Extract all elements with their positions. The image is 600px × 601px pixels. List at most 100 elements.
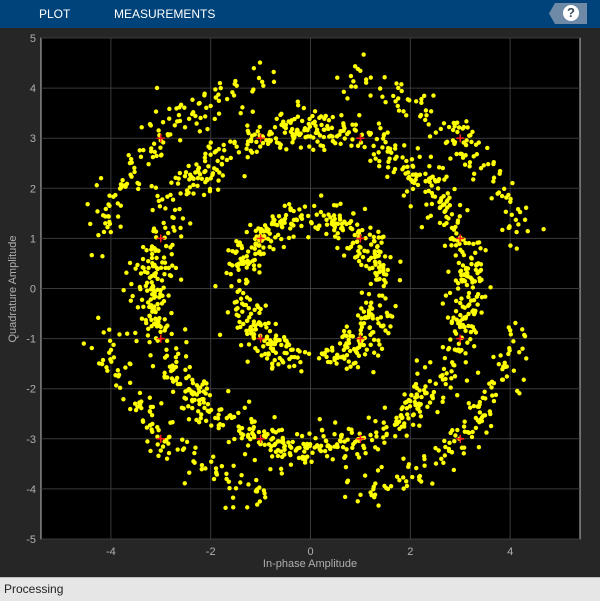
- tab-plot[interactable]: PLOT: [39, 7, 70, 21]
- data-point: [258, 306, 263, 312]
- data-point: [374, 430, 379, 435]
- data-point: [267, 328, 273, 334]
- data-point: [408, 204, 413, 209]
- data-point: [161, 220, 166, 226]
- data-point: [251, 424, 257, 430]
- data-point: [300, 454, 305, 460]
- data-point: [513, 320, 518, 326]
- data-point: [349, 143, 354, 148]
- data-point: [174, 375, 180, 381]
- data-point: [445, 315, 451, 320]
- data-point: [463, 351, 468, 356]
- data-point: [201, 400, 207, 405]
- data-point: [321, 213, 326, 218]
- data-point: [156, 306, 161, 311]
- data-point: [513, 217, 519, 223]
- data-point: [320, 143, 326, 149]
- data-point: [508, 196, 513, 202]
- y-tick-label: 5: [30, 33, 36, 45]
- data-point: [417, 403, 422, 408]
- data-point: [223, 505, 228, 511]
- data-point: [116, 372, 122, 378]
- y-tick-label: 3: [30, 133, 36, 145]
- data-point: [506, 192, 511, 198]
- data-point: [440, 165, 446, 171]
- data-point: [468, 337, 473, 342]
- data-point: [284, 147, 289, 152]
- data-point: [251, 66, 257, 71]
- data-point: [242, 405, 247, 411]
- data-point: [469, 139, 474, 145]
- data-point: [184, 375, 189, 381]
- data-point: [374, 272, 379, 278]
- data-point: [478, 262, 484, 267]
- data-point: [206, 144, 211, 149]
- data-point: [396, 85, 401, 91]
- data-point: [287, 450, 293, 456]
- data-point: [205, 126, 210, 132]
- data-point: [491, 398, 497, 404]
- data-point: [188, 221, 193, 226]
- data-point: [388, 324, 393, 329]
- data-point: [276, 362, 281, 367]
- data-point: [123, 365, 128, 370]
- data-point: [340, 228, 346, 233]
- data-point: [384, 432, 389, 438]
- data-point: [452, 186, 457, 192]
- data-point: [369, 437, 375, 443]
- data-point: [309, 459, 314, 464]
- data-point: [482, 389, 487, 394]
- data-point: [299, 216, 305, 221]
- data-point: [442, 243, 448, 249]
- data-point: [381, 271, 387, 277]
- data-point: [433, 381, 438, 386]
- data-point: [235, 289, 240, 295]
- data-point: [108, 229, 114, 235]
- data-point: [334, 442, 340, 447]
- data-point: [271, 246, 276, 252]
- data-point: [368, 158, 373, 163]
- data-point: [373, 419, 378, 424]
- data-point: [379, 346, 385, 352]
- data-point: [342, 494, 348, 500]
- data-point: [318, 443, 324, 449]
- data-point: [169, 310, 174, 316]
- data-point: [333, 140, 338, 146]
- data-point: [479, 277, 484, 283]
- data-point: [234, 312, 239, 318]
- data-point: [386, 330, 391, 336]
- data-point: [170, 242, 175, 248]
- tab-measurements[interactable]: MEASUREMENTS: [114, 7, 215, 21]
- data-point: [290, 140, 295, 145]
- data-point: [168, 192, 173, 198]
- data-point: [376, 503, 381, 508]
- data-point: [356, 353, 362, 359]
- data-point: [334, 203, 339, 208]
- help-button[interactable]: ?: [549, 3, 587, 24]
- data-point: [312, 203, 317, 209]
- data-point: [381, 262, 386, 268]
- data-point: [377, 342, 382, 347]
- data-point: [465, 207, 470, 213]
- data-point: [139, 125, 144, 130]
- data-point: [240, 105, 245, 110]
- data-point: [372, 492, 378, 497]
- data-point: [444, 371, 449, 376]
- data-point: [381, 420, 386, 425]
- data-point: [183, 396, 189, 401]
- data-point: [100, 357, 106, 363]
- data-point: [376, 320, 381, 326]
- data-point: [374, 277, 379, 282]
- data-point: [443, 208, 448, 213]
- data-point: [479, 310, 484, 315]
- data-point: [459, 151, 465, 157]
- data-point: [399, 406, 404, 412]
- data-point: [243, 281, 249, 286]
- data-point: [371, 370, 376, 375]
- data-point: [514, 229, 519, 235]
- data-point: [326, 126, 331, 132]
- data-point: [293, 217, 299, 222]
- data-point: [466, 290, 472, 296]
- data-point: [287, 364, 292, 369]
- data-point: [410, 186, 416, 192]
